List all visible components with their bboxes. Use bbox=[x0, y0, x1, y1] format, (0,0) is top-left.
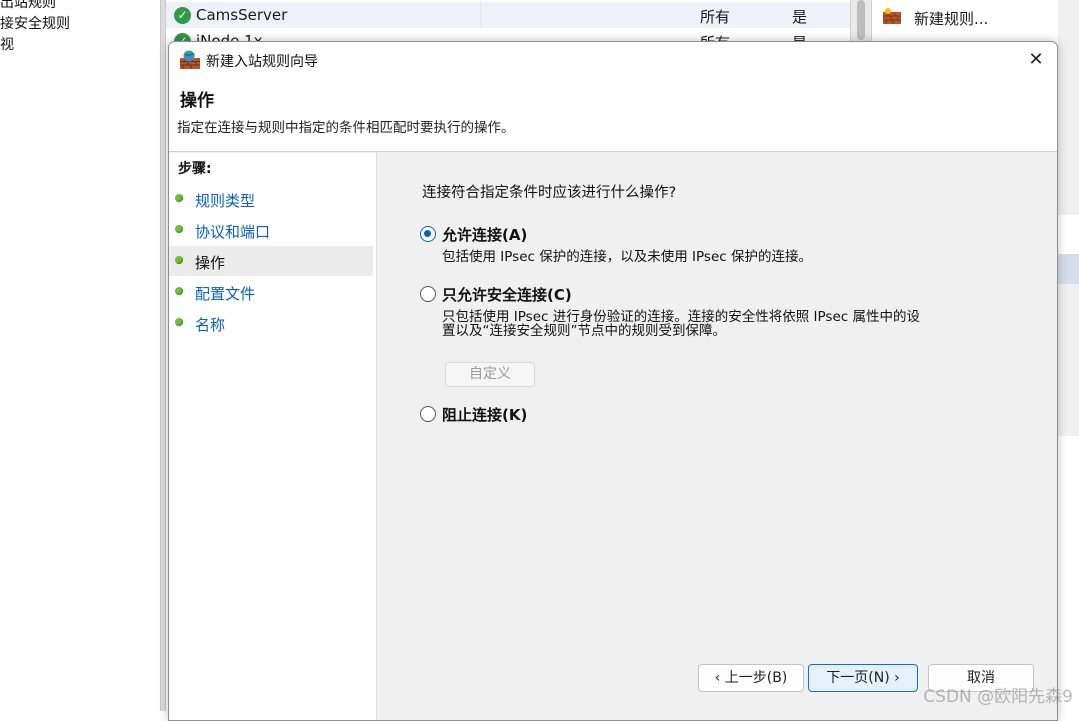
customize-button[interactable]: 自定义 bbox=[445, 362, 535, 387]
allow-connection-description: 包括使用 IPsec 保护的连接，以及未使用 IPsec 保护的连接。 bbox=[442, 249, 812, 265]
allow-secure-description-line2: 置以及“连接安全规则”节点中的规则受到保障。 bbox=[442, 323, 726, 339]
step-profile[interactable]: 配置文件 bbox=[169, 277, 373, 307]
next-button[interactable]: 下一页(N) › bbox=[808, 664, 918, 692]
console-tree-pane: 出站规则 接安全规则 视 bbox=[0, 0, 160, 711]
step-rule-type[interactable]: 规则类型 bbox=[169, 184, 373, 214]
rule-profile: 所有 bbox=[700, 8, 731, 26]
page-title: 操作 bbox=[180, 91, 214, 111]
rule-row[interactable]: ✓ CamsServer 所有 是 bbox=[166, 2, 850, 28]
tree-item-outbound-rules[interactable]: 出站规则 bbox=[0, 0, 56, 12]
dialog-titlebar[interactable]: 新建入站规则向导 ✕ bbox=[169, 42, 1057, 78]
step-label: 配置文件 bbox=[195, 285, 256, 303]
close-button[interactable]: ✕ bbox=[1015, 42, 1057, 78]
tree-item-connection-security-rules[interactable]: 接安全规则 bbox=[0, 13, 70, 33]
tree-item-monitoring[interactable]: 视 bbox=[0, 34, 14, 54]
page-subtitle: 指定在连接与规则中指定的条件相匹配时要执行的操作。 bbox=[177, 120, 515, 136]
csdn-watermark: CSDN @欧阳先森9 bbox=[923, 687, 1073, 707]
new-inbound-rule-wizard: 新建入站规则向导 ✕ 操作 指定在连接与规则中指定的条件相匹配时要执行的操作。 … bbox=[168, 41, 1058, 721]
rule-enabled: 是 bbox=[792, 8, 808, 26]
step-name[interactable]: 名称 bbox=[169, 308, 373, 338]
block-connection-radio[interactable] bbox=[420, 406, 436, 422]
allow-rule-icon: ✓ bbox=[174, 7, 191, 24]
scrollbar-thumb[interactable] bbox=[857, 0, 865, 40]
step-label: 规则类型 bbox=[195, 192, 256, 210]
allow-connection-radio[interactable] bbox=[420, 226, 436, 242]
step-bullet-icon bbox=[175, 318, 183, 326]
allow-secure-radio[interactable] bbox=[420, 286, 436, 302]
step-protocol-ports[interactable]: 协议和端口 bbox=[169, 215, 373, 245]
block-connection-label[interactable]: 阻止连接(K) bbox=[442, 404, 527, 425]
new-rule-label: 新建规则... bbox=[914, 10, 989, 28]
allow-secure-label[interactable]: 只允许安全连接(C) bbox=[442, 284, 572, 305]
actions-pane-edge bbox=[1058, 0, 1079, 215]
actions-pane-edge bbox=[1058, 284, 1079, 436]
step-bullet-icon bbox=[175, 225, 183, 233]
wizard-content: 连接符合指定条件时应该进行什么操作? 允许连接(A) 包括使用 IPsec 保护… bbox=[378, 153, 1057, 720]
step-label: 协议和端口 bbox=[195, 223, 271, 241]
back-button[interactable]: ‹ 上一步(B) bbox=[698, 664, 804, 692]
new-rule-action[interactable]: 新建规则... bbox=[878, 4, 1078, 30]
step-bullet-icon bbox=[175, 287, 183, 295]
new-rule-icon bbox=[883, 8, 901, 24]
steps-heading: 步骤: bbox=[178, 161, 212, 177]
allow-connection-label[interactable]: 允许连接(A) bbox=[442, 224, 527, 245]
step-bullet-icon bbox=[175, 194, 183, 202]
firewall-icon bbox=[180, 50, 200, 69]
dialog-title: 新建入站规则向导 bbox=[206, 54, 318, 70]
step-label: 操作 bbox=[195, 254, 226, 272]
step-bullet-icon bbox=[175, 256, 183, 264]
step-action[interactable]: 操作 bbox=[169, 246, 373, 276]
rule-name: CamsServer bbox=[196, 6, 288, 24]
action-question: 连接符合指定条件时应该进行什么操作? bbox=[422, 185, 677, 201]
actions-pane-edge-selected bbox=[1058, 254, 1079, 284]
wizard-header: 操作 指定在连接与规则中指定的条件相匹配时要执行的操作。 bbox=[169, 78, 1057, 152]
step-label: 名称 bbox=[195, 316, 226, 334]
steps-panel: 步骤: 规则类型 协议和端口 操作 配置文件 名称 bbox=[169, 153, 377, 720]
